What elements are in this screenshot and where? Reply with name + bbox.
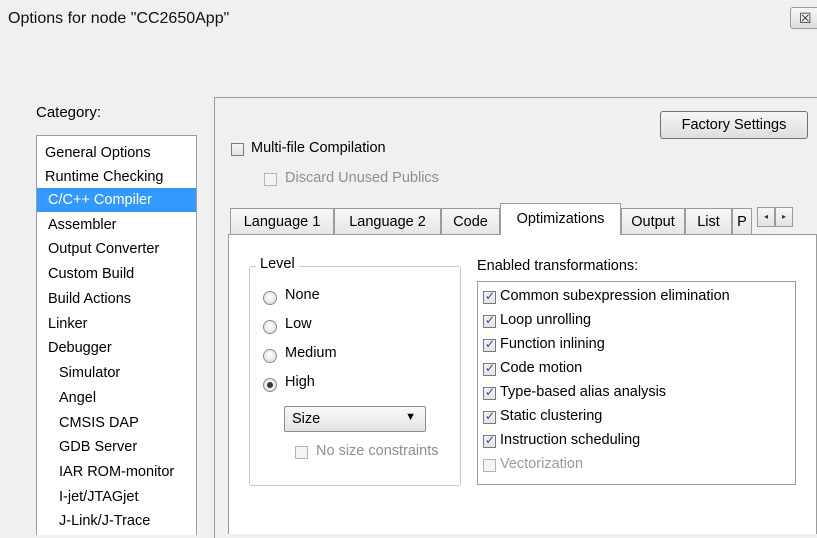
tab-language-1[interactable]: Language 1 [230,208,334,234]
static-clustering-checkbox[interactable] [483,409,496,424]
category-item-linker[interactable]: Linker [48,312,88,336]
category-item-angel[interactable]: Angel [59,386,96,410]
tab-code[interactable]: Code [441,208,500,234]
tab-partial[interactable]: P [732,208,752,234]
optimization-mode-select[interactable]: Size ▼ [284,406,426,432]
level-medium-radio[interactable] [263,349,277,363]
level-high-label: High [285,374,315,390]
tab-optimizations[interactable]: Optimizations [500,203,621,235]
tab-output[interactable]: Output [621,208,685,234]
category-item-output-converter[interactable]: Output Converter [48,237,159,261]
category-list[interactable]: General Options Runtime Checking C/C++ C… [36,135,197,535]
no-size-constraints-label: No size constraints [316,443,439,459]
loop-unrolling-checkbox[interactable] [483,313,496,328]
multifile-compilation-label: Multi-file Compilation [251,140,386,156]
category-item-cpp-compiler[interactable]: C/C++ Compiler [37,188,196,212]
category-item-simulator[interactable]: Simulator [59,361,120,385]
common-subexpression-checkbox[interactable] [483,289,496,304]
category-label: Category: [36,104,102,121]
type-based-alias-checkbox[interactable] [483,385,496,400]
transformation-label: Code motion [500,360,583,376]
category-item-ijet-jtagjet[interactable]: I-jet/JTAGjet [59,485,139,509]
optimization-mode-value: Size [292,411,321,427]
close-button[interactable]: ☒ [790,7,817,29]
close-icon: ☒ [799,10,812,26]
transformation-label: Vectorization [500,456,584,472]
transformation-label: Function inlining [500,336,605,352]
tab-scroll-right-button[interactable]: ▸ [775,207,793,227]
level-low-radio[interactable] [263,320,277,334]
instruction-scheduling-checkbox[interactable] [483,433,496,448]
level-medium-label: Medium [285,345,337,361]
transformation-label: Type-based alias analysis [500,384,667,400]
category-item-iar-rom-monitor[interactable]: IAR ROM-monitor [59,460,174,484]
transformation-label: Static clustering [500,408,603,424]
transformation-label: Common subexpression elimination [500,288,730,304]
level-none-label: None [285,287,320,303]
category-item-assembler[interactable]: Assembler [48,213,117,237]
code-motion-checkbox[interactable] [483,361,496,376]
discard-unused-publics-checkbox [264,173,277,186]
arrow-left-icon: ◂ [763,212,768,221]
no-size-constraints-checkbox [295,446,308,459]
category-item-general-options[interactable]: General Options [45,141,151,165]
window-title: Options for node "CC2650App" [8,10,230,27]
level-high-radio[interactable] [263,378,277,392]
tab-language-2[interactable]: Language 2 [334,208,441,234]
category-item-debugger[interactable]: Debugger [48,336,112,360]
factory-settings-button[interactable]: Factory Settings [660,111,808,139]
function-inlining-checkbox[interactable] [483,337,496,352]
level-group-title: Level [256,256,299,272]
multifile-compilation-checkbox[interactable] [231,143,244,156]
title-bar: Options for node "CC2650App" ☒ [0,0,817,40]
transformation-label: Instruction scheduling [500,432,641,448]
category-item-jlink-jtrace[interactable]: J-Link/J-Trace [59,509,150,533]
category-item-custom-build[interactable]: Custom Build [48,262,134,286]
transformation-label: Loop unrolling [500,312,592,328]
transformations-list[interactable]: Common subexpression elimination Loop un… [477,281,796,485]
chevron-down-icon: ▼ [405,411,416,423]
tab-scroll-left-button[interactable]: ◂ [757,207,775,227]
discard-unused-publics-label: Discard Unused Publics [285,170,439,186]
tab-list[interactable]: List [685,208,732,234]
vectorization-checkbox [483,459,496,472]
level-none-radio[interactable] [263,291,277,305]
level-low-label: Low [285,316,312,332]
arrow-right-icon: ▸ [781,212,786,221]
category-item-gdb-server[interactable]: GDB Server [59,435,137,459]
category-item-runtime-checking[interactable]: Runtime Checking [45,165,163,189]
enabled-transformations-label: Enabled transformations: [477,258,639,274]
category-item-build-actions[interactable]: Build Actions [48,287,131,311]
category-item-cmsis-dap[interactable]: CMSIS DAP [59,411,139,435]
